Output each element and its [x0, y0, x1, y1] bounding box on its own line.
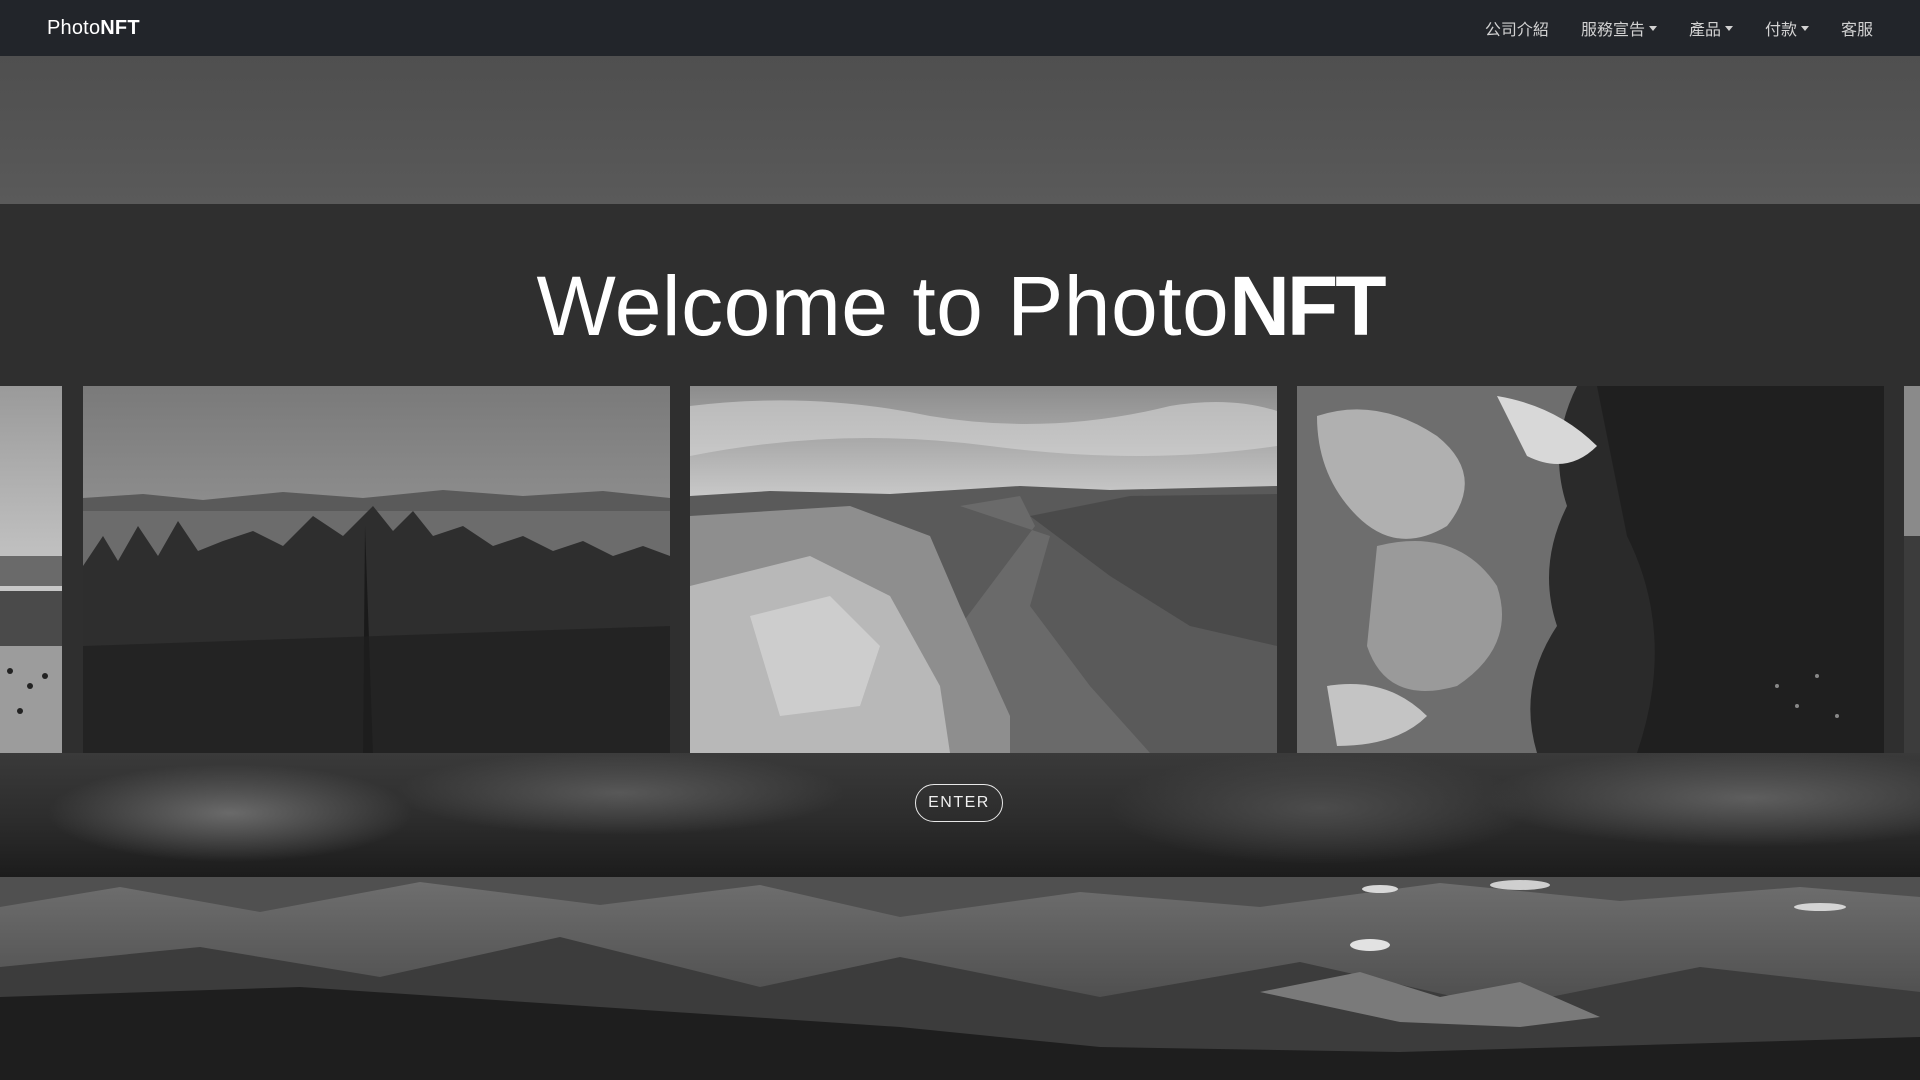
brand-regular: Photo — [47, 16, 101, 39]
navbar: PhotoNFT 公司介紹 服務宣告 產品 付款 客服 — [0, 0, 1920, 56]
nav-item-about[interactable]: 公司介紹 — [1485, 16, 1549, 40]
aerial-terrain-photo — [1297, 386, 1884, 753]
hero-title-regular: Welcome to Photo — [536, 259, 1230, 353]
nav-item-service[interactable]: 服務宣告 — [1581, 16, 1657, 40]
mountain-background — [0, 877, 1920, 1080]
carousel-slide-aerial[interactable] — [1297, 386, 1884, 753]
caret-down-icon — [1648, 25, 1657, 31]
nav-item-label: 產品 — [1688, 22, 1721, 39]
caret-down-icon — [1724, 25, 1733, 31]
nav-item-payment[interactable]: 付款 — [1765, 16, 1809, 40]
hero-title-bold: NFT — [1229, 259, 1386, 353]
carousel-slide-cliff[interactable] — [1904, 386, 1920, 753]
caret-down-icon — [1800, 25, 1809, 31]
brand-logo[interactable]: PhotoNFT — [47, 17, 140, 40]
nav-item-label: 公司介紹 — [1484, 22, 1549, 39]
nav-item-support[interactable]: 客服 — [1841, 16, 1873, 40]
enter-button[interactable]: ENTER — [915, 784, 1003, 822]
carousel-slide-forest[interactable] — [83, 386, 670, 753]
hero-title: Welcome to PhotoNFT — [0, 256, 1920, 356]
beach-photo — [0, 386, 62, 753]
nav-menu: 公司介紹 服務宣告 產品 付款 客服 — [1453, 16, 1873, 40]
forest-lake-photo — [83, 386, 670, 753]
carousel-slide-fjord[interactable] — [690, 386, 1277, 753]
cliff-photo — [1904, 386, 1920, 753]
nav-item-products[interactable]: 產品 — [1689, 16, 1733, 40]
nav-item-label: 服務宣告 — [1580, 22, 1645, 39]
nav-item-label: 客服 — [1840, 22, 1873, 39]
fjord-photo — [690, 386, 1277, 753]
sky-background — [0, 56, 1920, 204]
nav-item-label: 付款 — [1764, 22, 1797, 39]
brand-bold: NFT — [100, 16, 140, 39]
carousel-slide-beach[interactable] — [0, 386, 62, 753]
